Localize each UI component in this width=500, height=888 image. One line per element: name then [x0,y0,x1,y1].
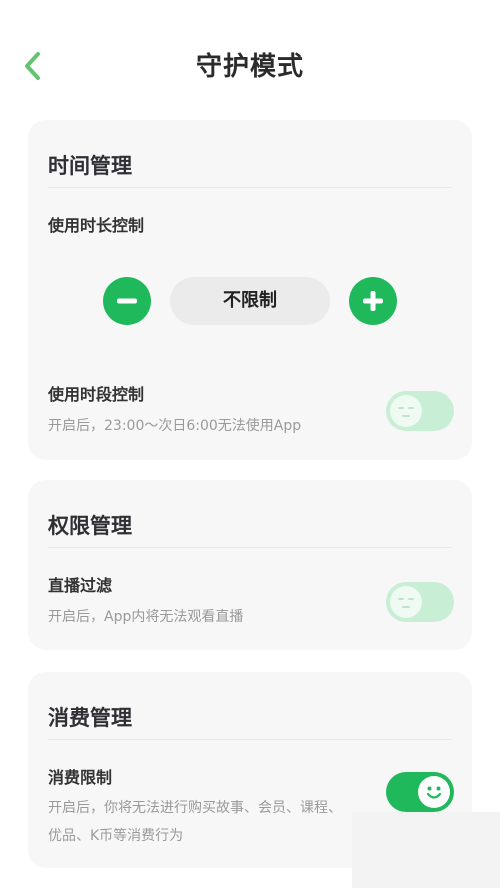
period-control-label: 使用时段控制 [48,385,145,404]
time-management-title: 时间管理 [48,154,132,178]
live-filter-label: 直播过滤 [48,576,113,595]
toggle-knob [418,776,450,808]
time-management-card: 时间管理 使用时长控制 不限制 使用时段控制 开启后，23:00～次日6:00无… [28,120,472,460]
consumption-limit-desc-line2: 优品、K币等消费行为 [48,828,184,844]
page-title: 守护模式 [195,52,304,82]
consumption-limit-desc-line1: 开启后，你将无法进行购买故事、会员、课程、 [48,800,342,816]
divider [48,187,452,188]
duration-control-label: 使用时长控制 [48,216,145,235]
permission-management-title: 权限管理 [48,514,132,538]
toggle-knob [390,395,422,427]
smile-face-icon [426,786,442,799]
sleepy-face-icon [398,407,414,417]
consumption-limit-toggle[interactable] [386,772,454,812]
increase-duration-button[interactable] [349,277,397,325]
divider [48,547,452,548]
toggle-knob [390,586,422,618]
permission-management-card: 权限管理 直播过滤 开启后，App内将无法观看直播 [28,480,472,650]
duration-value: 不限制 [170,277,330,325]
decrease-duration-button[interactable] [103,277,151,325]
consumption-limit-label: 消费限制 [48,768,113,787]
plus-icon [363,291,383,311]
overlay-blank-area [352,812,500,888]
consumption-management-title: 消费管理 [48,706,132,730]
live-filter-toggle[interactable] [386,582,454,622]
period-control-desc: 开启后，23:00～次日6:00无法使用App [48,418,302,434]
header: 守护模式 [0,0,500,130]
sleepy-face-icon [398,598,414,608]
live-filter-desc: 开启后，App内将无法观看直播 [48,609,244,625]
divider [48,739,452,740]
period-control-toggle[interactable] [386,391,454,431]
minus-icon [117,298,137,304]
